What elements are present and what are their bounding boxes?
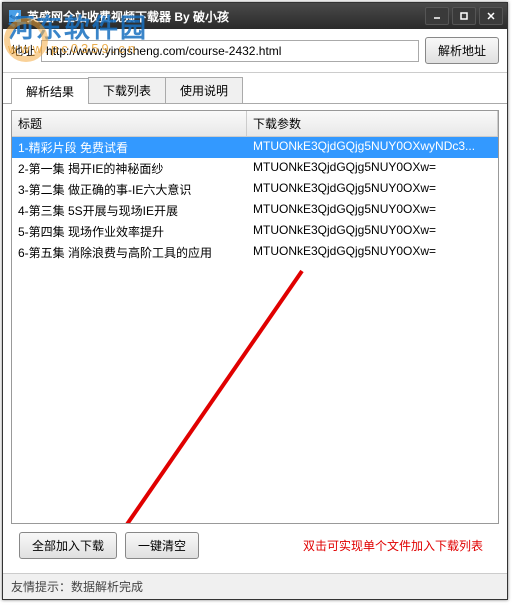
maximize-button[interactable] [452,7,476,25]
cell-param: MTUONkE3QjdGQjg5NUY0OXw= [247,158,498,179]
address-bar: 地址 解析地址 [3,29,507,73]
column-title[interactable]: 标题 [12,111,247,136]
clear-all-button[interactable]: 一键清空 [125,532,199,559]
list-header: 标题 下载参数 [12,111,498,137]
table-row[interactable]: 4-第三集 5S开展与现场IE开展 MTUONkE3QjdGQjg5NUY0OX… [12,200,498,221]
hint-text: 双击可实现单个文件加入下载列表 [303,537,483,554]
content-area: 标题 下载参数 1-精彩片段 免费试看 MTUONkE3QjdGQjg5NUY0… [3,104,507,573]
status-bar: 友情提示：数据解析完成 [3,573,507,599]
url-input[interactable] [41,40,419,62]
cell-param: MTUONkE3QjdGQjg5NUY0OXw= [247,179,498,200]
window-title: 英盛网全站收费视频下载器 By 破小孩 [27,8,425,25]
cell-title: 2-第一集 揭开IE的神秘面纱 [12,158,247,179]
annotation-arrow-icon [92,261,322,524]
tab-instructions[interactable]: 使用说明 [165,77,243,103]
parse-button[interactable]: 解析地址 [425,37,499,64]
cell-title: 4-第三集 5S开展与现场IE开展 [12,200,247,221]
cell-param: MTUONkE3QjdGQjg5NUY0OXwyNDc3... [247,137,498,158]
minimize-button[interactable] [425,7,449,25]
cell-title: 3-第二集 做正确的事-IE六大意识 [12,179,247,200]
window-controls [425,7,503,25]
app-icon [7,8,23,24]
add-all-button[interactable]: 全部加入下载 [19,532,117,559]
action-bar: 全部加入下载 一键清空 双击可实现单个文件加入下载列表 [11,524,499,567]
close-button[interactable] [479,7,503,25]
column-param[interactable]: 下载参数 [247,111,498,136]
table-row[interactable]: 1-精彩片段 免费试看 MTUONkE3QjdGQjg5NUY0OXwyNDc3… [12,137,498,158]
cell-title: 1-精彩片段 免费试看 [12,137,247,158]
list-body: 1-精彩片段 免费试看 MTUONkE3QjdGQjg5NUY0OXwyNDc3… [12,137,498,263]
cell-param: MTUONkE3QjdGQjg5NUY0OXw= [247,200,498,221]
result-list: 标题 下载参数 1-精彩片段 免费试看 MTUONkE3QjdGQjg5NUY0… [11,110,499,524]
tab-parse-result[interactable]: 解析结果 [11,78,89,104]
table-row[interactable]: 3-第二集 做正确的事-IE六大意识 MTUONkE3QjdGQjg5NUY0O… [12,179,498,200]
table-row[interactable]: 2-第一集 揭开IE的神秘面纱 MTUONkE3QjdGQjg5NUY0OXw= [12,158,498,179]
main-window: 英盛网全站收费视频下载器 By 破小孩 地址 解析地址 解析结果 下载列表 使用… [2,2,508,600]
address-label: 地址 [11,42,35,59]
cell-title: 6-第五集 消除浪费与高阶工具的应用 [12,242,247,263]
cell-param: MTUONkE3QjdGQjg5NUY0OXw= [247,221,498,242]
table-row[interactable]: 5-第四集 现场作业效率提升 MTUONkE3QjdGQjg5NUY0OXw= [12,221,498,242]
cell-param: MTUONkE3QjdGQjg5NUY0OXw= [247,242,498,263]
cell-title: 5-第四集 现场作业效率提升 [12,221,247,242]
tab-download-list[interactable]: 下载列表 [88,77,166,103]
tab-strip: 解析结果 下载列表 使用说明 [3,73,507,104]
table-row[interactable]: 6-第五集 消除浪费与高阶工具的应用 MTUONkE3QjdGQjg5NUY0O… [12,242,498,263]
titlebar: 英盛网全站收费视频下载器 By 破小孩 [3,3,507,29]
